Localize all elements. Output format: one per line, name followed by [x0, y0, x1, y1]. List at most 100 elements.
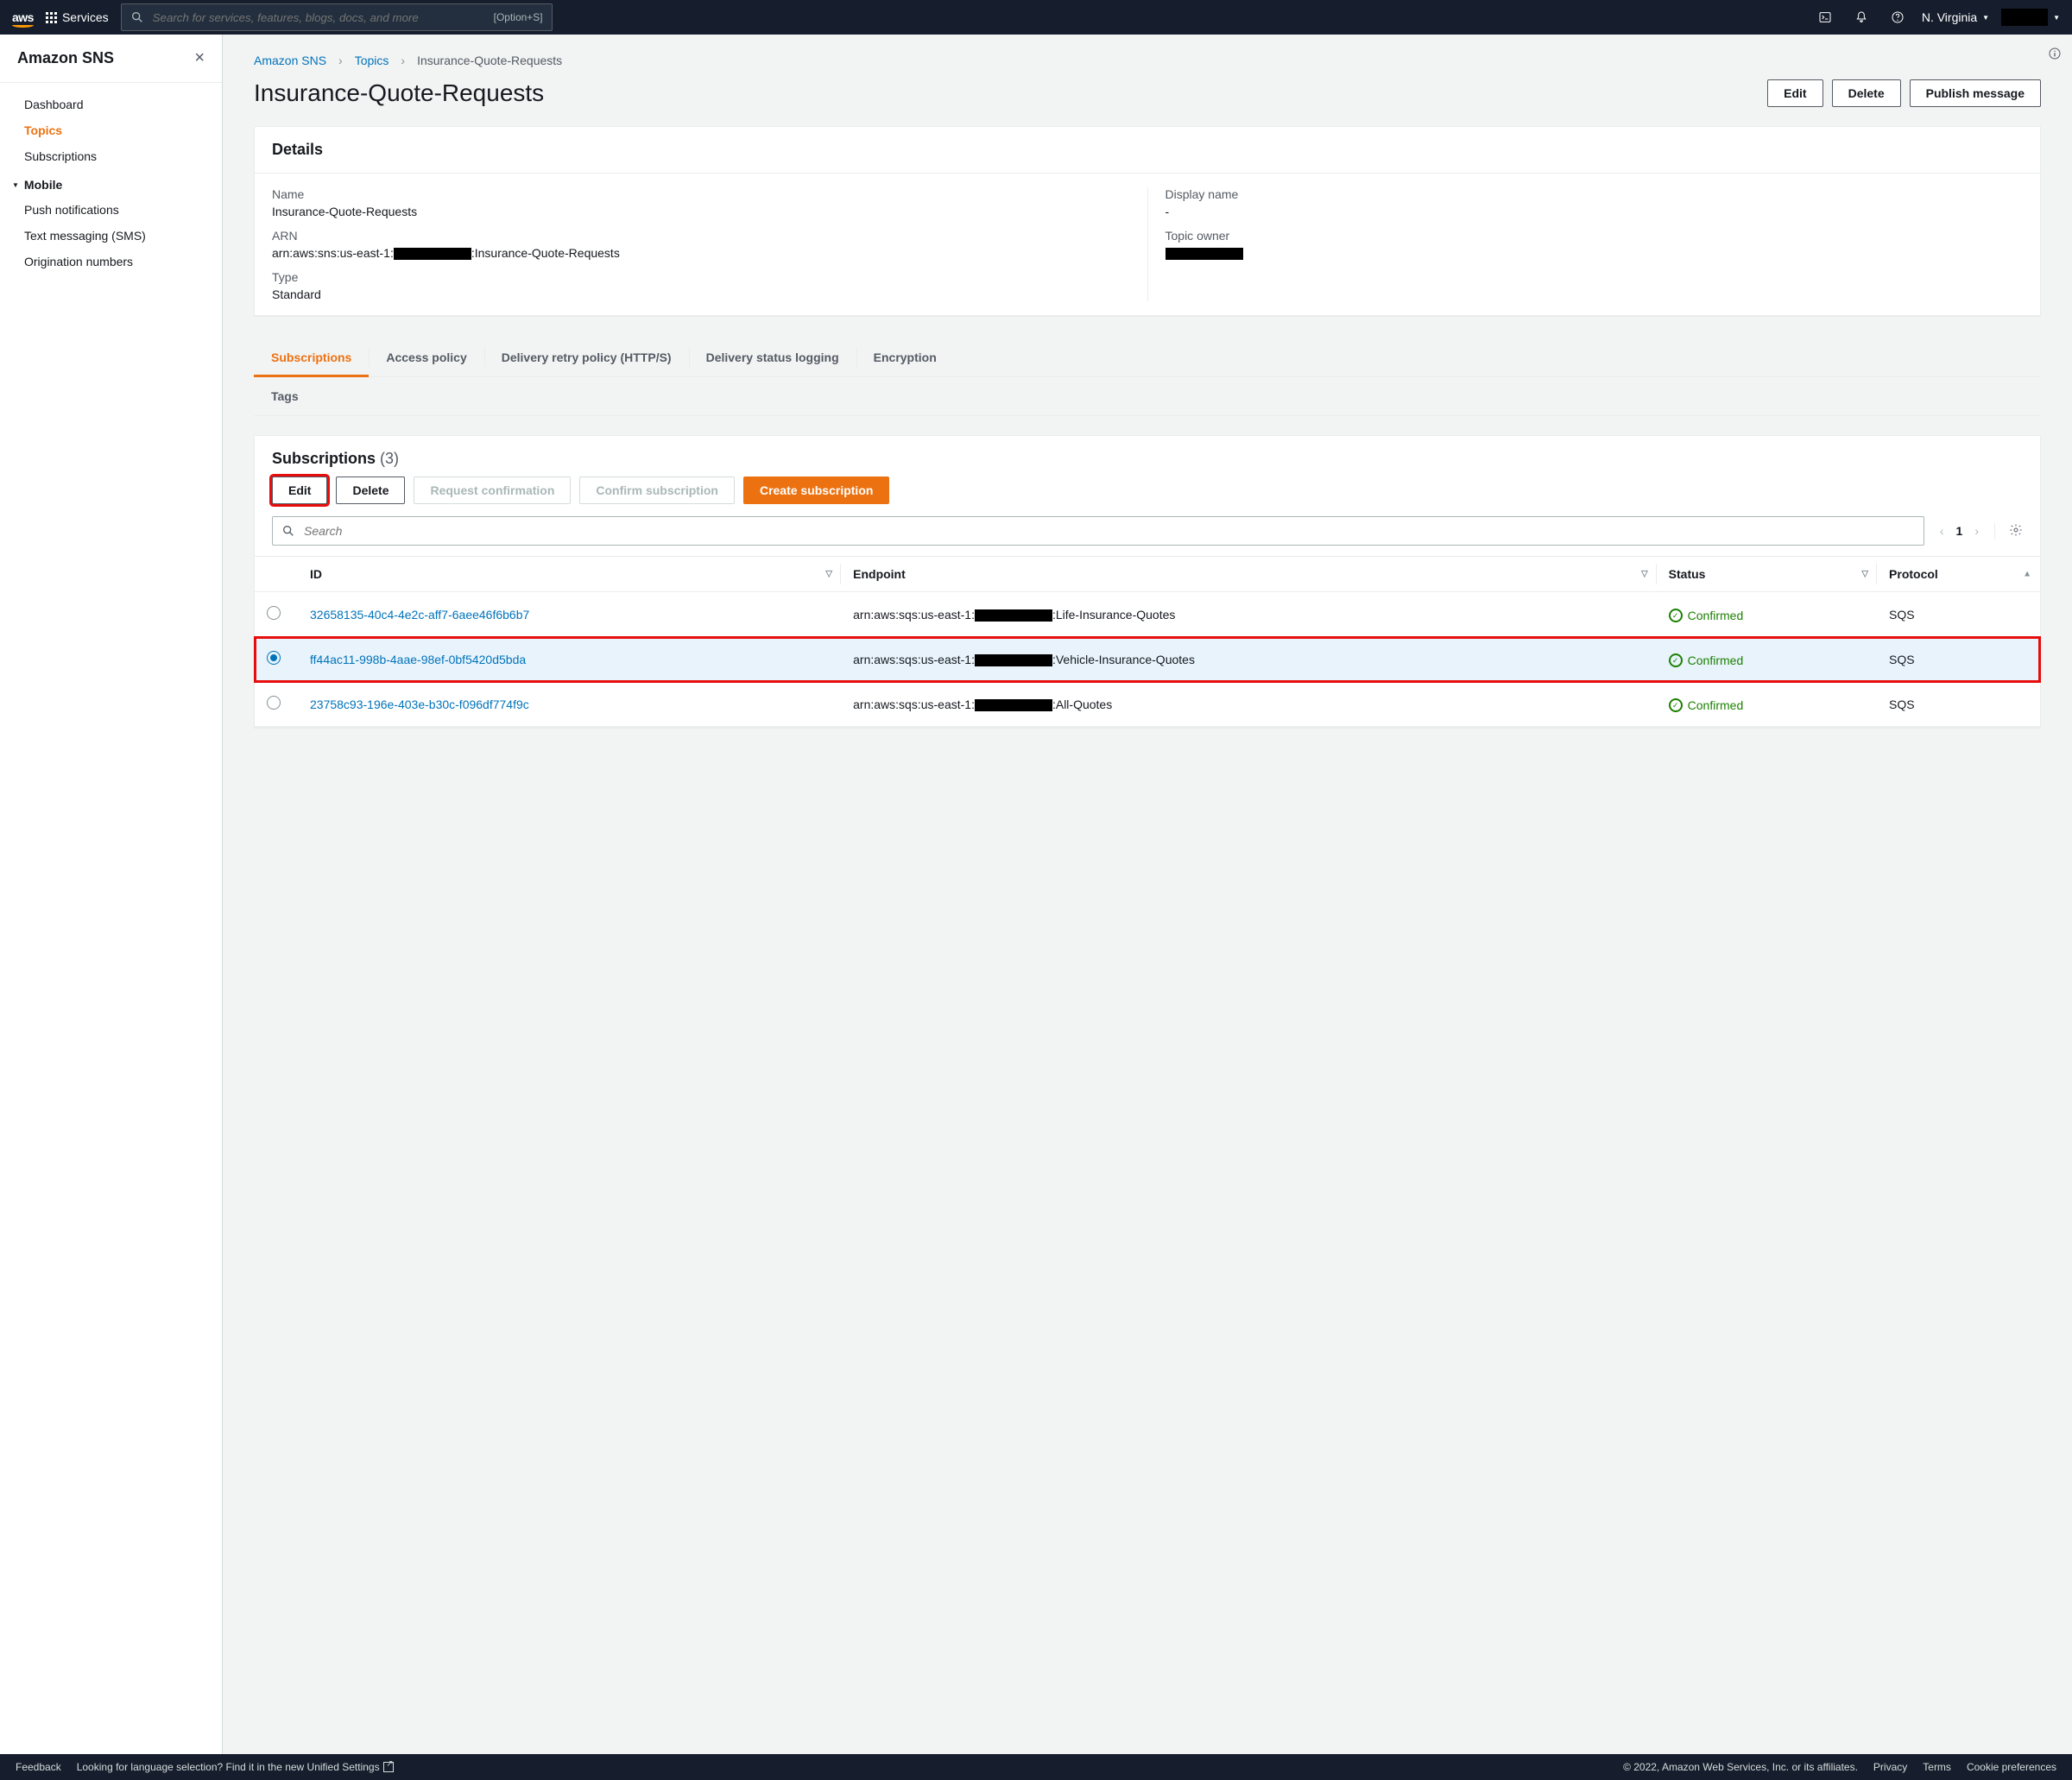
table-row[interactable]: ff44ac11-998b-4aae-98ef-0bf5420d5bda arn…	[255, 637, 2040, 682]
subscriptions-header: Subscriptions (3)	[272, 450, 399, 468]
sidebar-group-mobile[interactable]: ▼ Mobile	[0, 169, 222, 197]
tabs-row1: Subscriptions Access policy Delivery ret…	[254, 338, 2041, 377]
status-confirmed: ✓Confirmed	[1669, 653, 1744, 667]
sidebar-item-origination[interactable]: Origination numbers	[0, 249, 222, 275]
terms-link[interactable]: Terms	[1923, 1761, 1951, 1773]
sidebar-item-sms[interactable]: Text messaging (SMS)	[0, 223, 222, 249]
col-id[interactable]: ID▽	[298, 557, 841, 592]
tab-subscriptions[interactable]: Subscriptions	[254, 338, 369, 376]
account-menu[interactable]: ▼	[2001, 9, 2060, 26]
type-label: Type	[272, 270, 1130, 284]
col-protocol[interactable]: Protocol▲	[1877, 557, 2040, 592]
prev-page-button[interactable]: ‹	[1940, 524, 1944, 538]
subs-edit-button[interactable]: Edit	[272, 477, 327, 504]
sidebar-item-subscriptions[interactable]: Subscriptions	[0, 143, 222, 169]
status-text: Confirmed	[1688, 653, 1744, 667]
chevron-down-icon: ▼	[12, 181, 19, 189]
tab-access-policy[interactable]: Access policy	[369, 338, 483, 376]
next-page-button[interactable]: ›	[1974, 524, 1979, 538]
lang-hint: Looking for language selection? Find it …	[77, 1761, 394, 1773]
subs-search[interactable]	[272, 516, 1924, 546]
privacy-link[interactable]: Privacy	[1873, 1761, 1907, 1773]
cloudshell-icon[interactable]	[1813, 10, 1837, 24]
details-header: Details	[272, 141, 2023, 159]
status-confirmed: ✓Confirmed	[1669, 698, 1744, 712]
details-panel: Details Name Insurance-Quote-Requests AR…	[254, 126, 2041, 316]
subs-delete-button[interactable]: Delete	[336, 477, 405, 504]
sidebar-item-dashboard[interactable]: Dashboard	[0, 92, 222, 117]
type-value: Standard	[272, 287, 1130, 301]
ep-suffix: :Vehicle-Insurance-Quotes	[1052, 653, 1195, 666]
subscription-id-link[interactable]: 32658135-40c4-4e2c-aff7-6aee46f6b6b7	[310, 608, 529, 622]
crumb-sns[interactable]: Amazon SNS	[254, 54, 326, 67]
region-selector[interactable]: N. Virginia ▼	[1922, 10, 1989, 24]
table-row[interactable]: 23758c93-196e-403e-b30c-f096df774f9c arn…	[255, 682, 2040, 727]
subs-count: (3)	[380, 450, 399, 467]
col-status[interactable]: Status▽	[1657, 557, 1877, 592]
endpoint-cell: arn:aws:sqs:us-east-1::Life-Insurance-Qu…	[841, 592, 1657, 637]
crumb-current: Insurance-Quote-Requests	[417, 54, 562, 67]
row-radio[interactable]	[267, 651, 281, 665]
redacted-mask	[975, 699, 1052, 711]
info-icon[interactable]	[2048, 47, 2062, 63]
unified-settings-link[interactable]: Unified Settings	[307, 1761, 394, 1773]
topbar: aws Services [Option+S] N. Virginia ▼ ▼	[0, 0, 2072, 35]
edit-button[interactable]: Edit	[1767, 79, 1822, 107]
chevron-right-icon: ›	[338, 54, 343, 67]
sidebar-item-push[interactable]: Push notifications	[0, 197, 222, 223]
sidebar-item-topics[interactable]: Topics	[0, 117, 222, 143]
subs-search-input[interactable]	[302, 523, 1915, 539]
external-link-icon	[383, 1762, 394, 1772]
global-search-input[interactable]	[151, 10, 487, 25]
arn-value: arn:aws:sns:us-east-1::Insurance-Quote-R…	[272, 246, 1130, 260]
ep-prefix: arn:aws:sqs:us-east-1:	[853, 697, 975, 711]
services-menu[interactable]: Services	[46, 10, 109, 24]
tab-tags[interactable]: Tags	[254, 377, 316, 415]
redacted-mask	[975, 654, 1052, 666]
region-label: N. Virginia	[1922, 10, 1977, 24]
redacted-mask	[1166, 248, 1243, 260]
tabs-row2: Tags	[254, 377, 2041, 416]
ep-prefix: arn:aws:sqs:us-east-1:	[853, 653, 975, 666]
tab-encryption[interactable]: Encryption	[856, 338, 954, 376]
subscription-id-link[interactable]: ff44ac11-998b-4aae-98ef-0bf5420d5bda	[310, 653, 526, 666]
footer: Feedback Looking for language selection?…	[0, 1754, 2072, 1780]
feedback-link[interactable]: Feedback	[16, 1761, 61, 1773]
display-name-value: -	[1166, 205, 2024, 218]
row-radio[interactable]	[267, 606, 281, 620]
arn-prefix: arn:aws:sns:us-east-1:	[272, 246, 394, 260]
publish-button[interactable]: Publish message	[1910, 79, 2041, 107]
status-confirmed: ✓Confirmed	[1669, 609, 1744, 622]
services-label: Services	[62, 10, 109, 24]
table-row[interactable]: 32658135-40c4-4e2c-aff7-6aee46f6b6b7 arn…	[255, 592, 2040, 637]
confirm-subscription-button: Confirm subscription	[579, 477, 735, 504]
sidebar-nav: Dashboard Topics Subscriptions ▼ Mobile …	[0, 83, 222, 283]
search-icon	[130, 10, 144, 24]
subscription-id-link[interactable]: 23758c93-196e-403e-b30c-f096df774f9c	[310, 697, 529, 711]
protocol-cell: SQS	[1877, 682, 2040, 727]
name-value: Insurance-Quote-Requests	[272, 205, 1130, 218]
delete-button[interactable]: Delete	[1832, 79, 1901, 107]
tab-delivery-status[interactable]: Delivery status logging	[689, 338, 856, 376]
sidebar-close-icon[interactable]: ×	[194, 48, 205, 68]
sort-icon: ▽	[1641, 570, 1648, 579]
gear-icon[interactable]	[1994, 523, 2023, 540]
row-radio[interactable]	[267, 696, 281, 710]
breadcrumb: Amazon SNS › Topics › Insurance-Quote-Re…	[254, 54, 2041, 67]
col-endpoint[interactable]: Endpoint▽	[841, 557, 1657, 592]
page-number: 1	[1956, 524, 1963, 538]
tab-retry-policy[interactable]: Delivery retry policy (HTTP/S)	[484, 338, 689, 376]
owner-label: Topic owner	[1166, 229, 2024, 243]
notifications-icon[interactable]	[1849, 10, 1873, 24]
cookie-link[interactable]: Cookie preferences	[1967, 1761, 2056, 1773]
subs-header-text: Subscriptions	[272, 450, 376, 467]
global-search[interactable]: [Option+S]	[121, 3, 553, 31]
redacted-mask	[975, 609, 1052, 622]
request-confirmation-button: Request confirmation	[414, 477, 571, 504]
endpoint-cell: arn:aws:sqs:us-east-1: :Vehicle-Insurance…	[841, 637, 1657, 682]
name-label: Name	[272, 187, 1130, 201]
sort-icon: ▽	[1861, 570, 1868, 579]
help-icon[interactable]	[1886, 10, 1910, 24]
create-subscription-button[interactable]: Create subscription	[743, 477, 889, 504]
crumb-topics[interactable]: Topics	[355, 54, 389, 67]
